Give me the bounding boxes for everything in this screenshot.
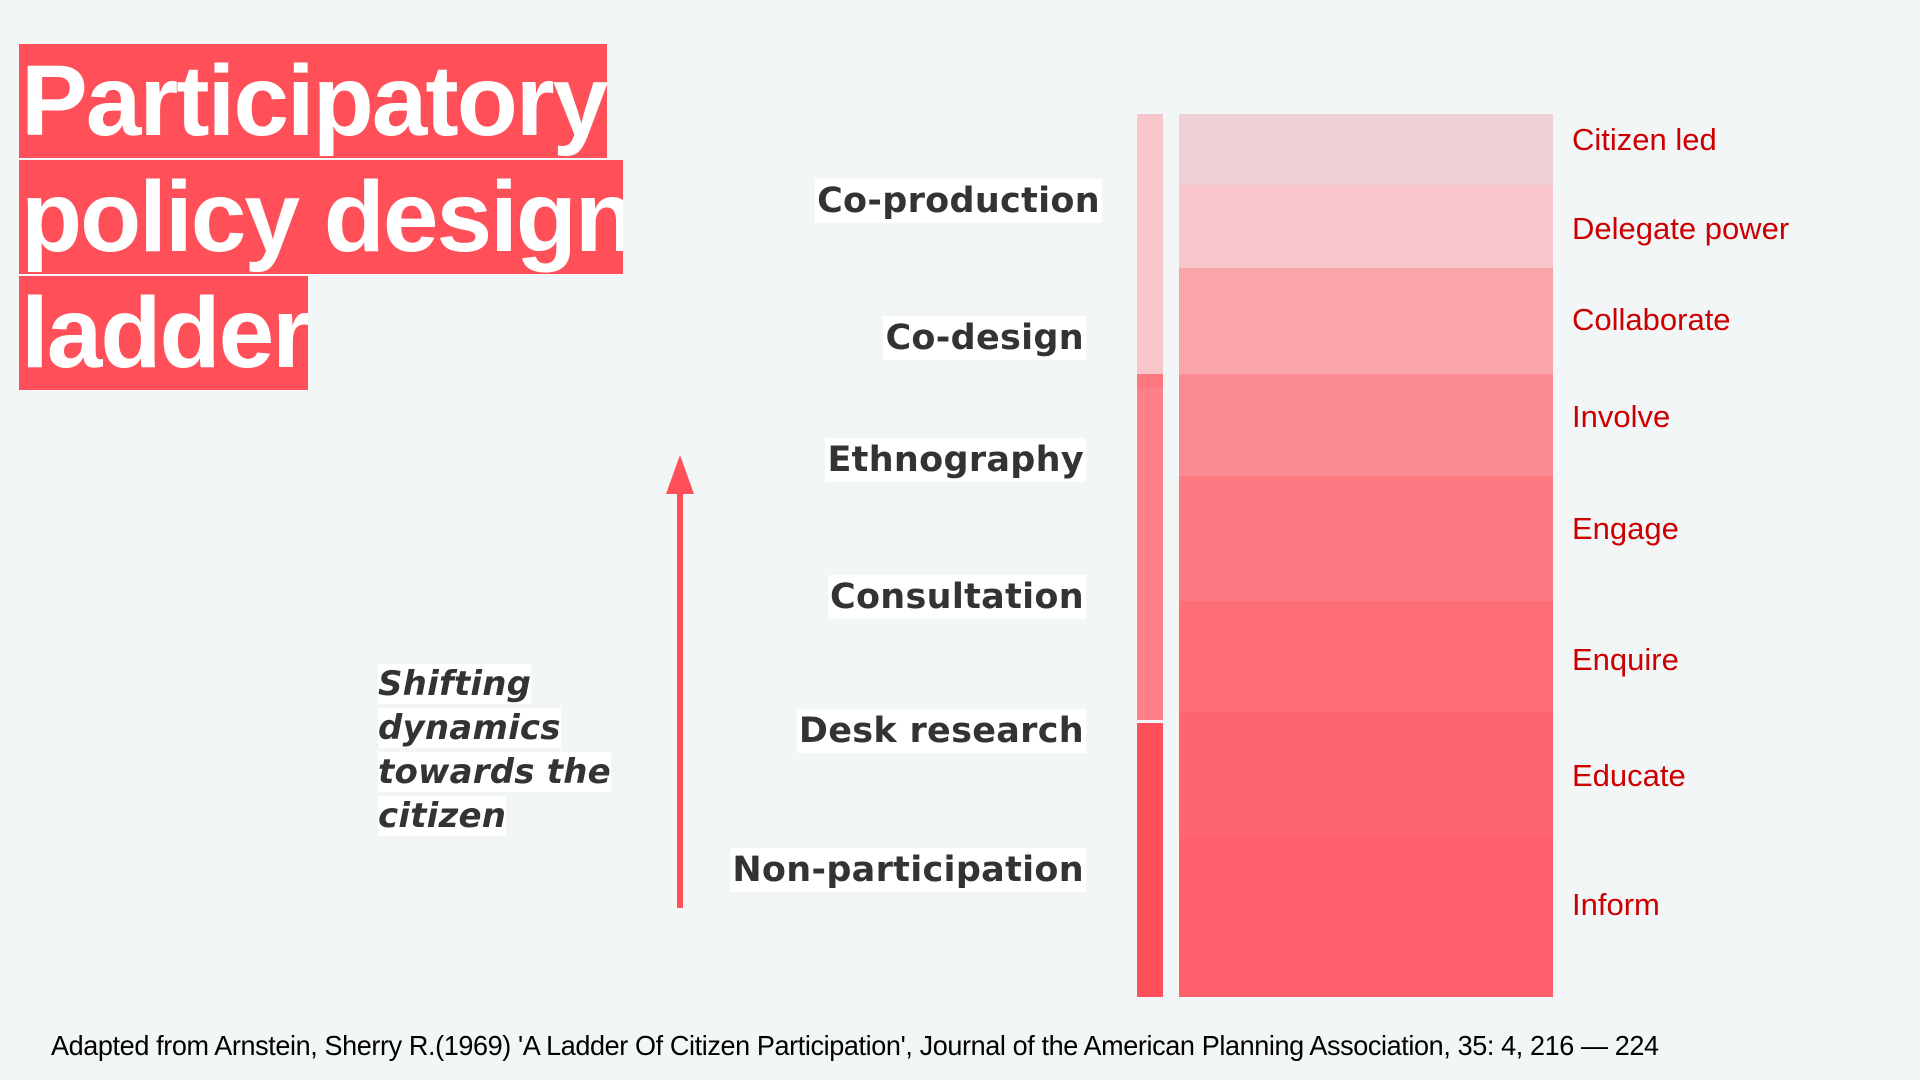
method-label-co-design: Co-design — [883, 316, 1086, 360]
title-line-2: policy design — [19, 160, 623, 274]
citation-footer: Adapted from Arnstein, Sherry R.(1969) '… — [51, 1030, 1659, 1061]
level-label-delegate-power: Delegate power — [1572, 211, 1790, 246]
level-label-collaborate: Collaborate — [1572, 302, 1731, 337]
participation-group-bar — [1137, 114, 1163, 997]
title-line-3: ladder — [19, 276, 308, 390]
method-label-non-participation: Non-participation — [730, 848, 1086, 892]
ladder-rung-involve — [1179, 374, 1553, 476]
group-segment-citizen-power — [1137, 114, 1163, 374]
up-arrow-icon — [666, 455, 694, 908]
ladder-rung-collaborate — [1179, 268, 1553, 374]
level-label-inform: Inform — [1572, 887, 1660, 922]
group-segment-divider — [1137, 374, 1163, 388]
annotation-line: towards the — [378, 752, 611, 792]
level-label-citizen-led: Citizen led — [1572, 122, 1717, 157]
arrow-shaft — [677, 490, 683, 908]
title-line-1: Participatory — [19, 44, 607, 158]
method-label-ethnography: Ethnography — [825, 438, 1086, 482]
ladder-rung-engage — [1179, 476, 1553, 601]
method-label-desk-research: Desk research — [796, 709, 1086, 753]
method-label-consultation: Consultation — [827, 575, 1086, 619]
annotation-line: citizen — [378, 796, 507, 836]
arrow-head — [666, 455, 694, 494]
level-label-educate: Educate — [1572, 758, 1686, 793]
level-label-engage: Engage — [1572, 511, 1679, 546]
ladder-rung-enquire — [1179, 601, 1553, 712]
ladder-rung-citizen-led — [1179, 114, 1553, 185]
group-segment-tokenism — [1137, 388, 1163, 720]
level-label-involve: Involve — [1572, 399, 1671, 434]
annotation-line: dynamics — [378, 708, 561, 748]
shifting-power-annotation: Shifting power dynamics towards the citi… — [378, 662, 648, 838]
group-segment-non-participation — [1137, 723, 1163, 997]
ladder-rung-inform — [1179, 838, 1553, 997]
ladder-rung-delegate-power — [1179, 185, 1553, 268]
ladder-bar — [1179, 114, 1553, 997]
method-label-co-production: Co-production — [815, 179, 1102, 223]
ladder-rung-educate — [1179, 712, 1553, 838]
level-label-enquire: Enquire — [1572, 642, 1679, 677]
